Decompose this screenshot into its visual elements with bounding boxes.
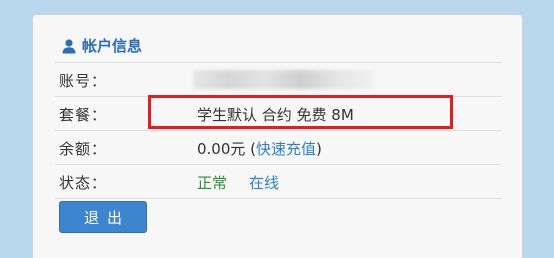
- account-label: 账号：: [59, 72, 108, 90]
- user-icon: [61, 38, 77, 54]
- masked-account-value: [193, 70, 373, 89]
- balance-row: 余额： 0.00元 (快速充值): [55, 130, 502, 164]
- balance-close-paren: ): [316, 140, 322, 158]
- panel-title: 帐户信息: [82, 37, 143, 55]
- balance-open-paren: (: [245, 140, 257, 158]
- status-value: 正常 在线: [197, 172, 279, 193]
- plan-highlight-box: [148, 95, 453, 129]
- status-normal-text: 正常: [197, 174, 228, 192]
- recharge-link[interactable]: 快速充值: [256, 140, 316, 158]
- status-row: 状态： 正常 在线: [55, 164, 502, 198]
- account-row: 账号：: [55, 62, 502, 96]
- plan-label: 套餐：: [59, 106, 108, 124]
- balance-value: 0.00元 (快速充值): [197, 138, 322, 159]
- status-label: 状态：: [59, 174, 108, 192]
- balance-amount: 0.00元: [197, 140, 246, 158]
- status-online-text: 在线: [249, 174, 280, 192]
- balance-label: 余额：: [59, 140, 108, 158]
- panel-header: 帐户信息: [61, 35, 142, 56]
- divider: [55, 198, 502, 200]
- logout-button[interactable]: 退出: [59, 201, 147, 233]
